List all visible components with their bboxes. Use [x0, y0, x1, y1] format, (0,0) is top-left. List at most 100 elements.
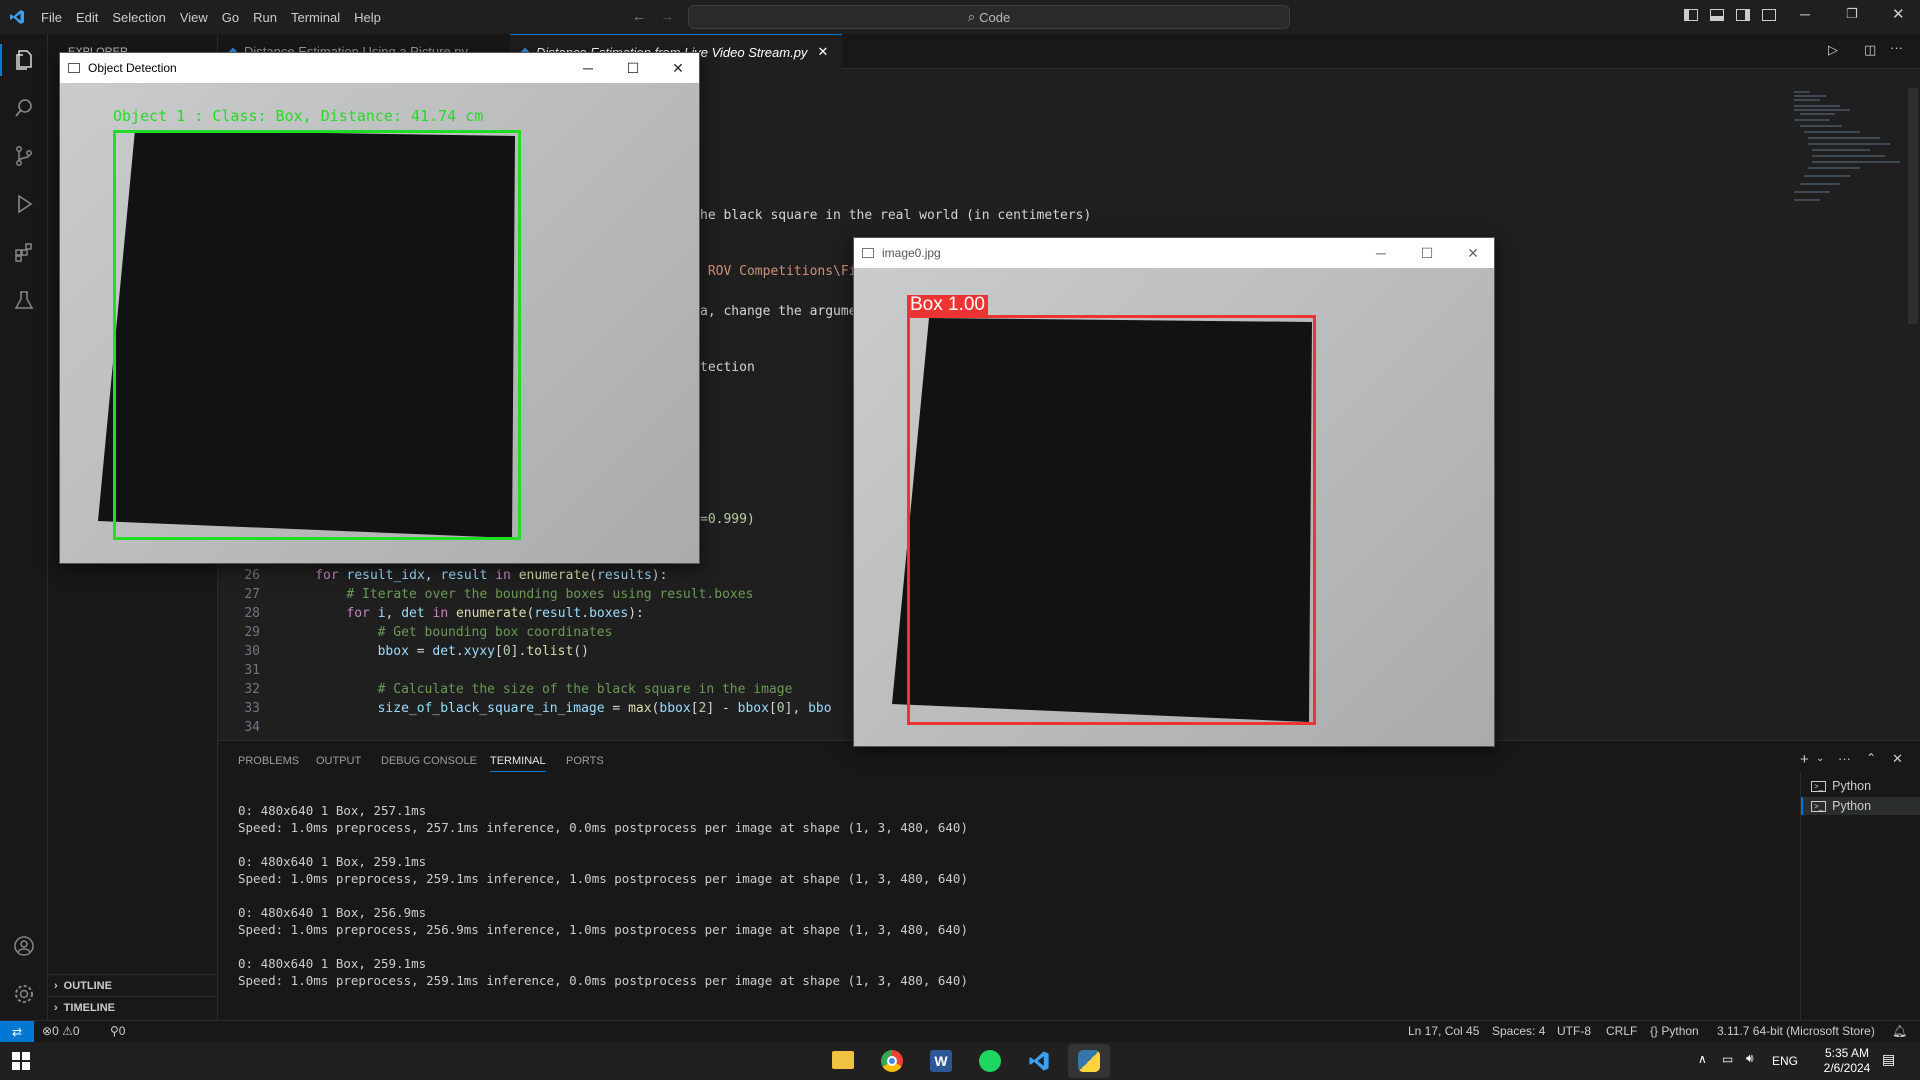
object-detection-window[interactable]: Object Detection ─ ☐ ✕ Object 1 : Class:…	[59, 52, 700, 564]
code-line[interactable]: 33 size_of_black_square_in_image = max(bb…	[218, 699, 858, 718]
maximize-icon[interactable]: ☐	[1404, 238, 1450, 268]
python-interpreter[interactable]: 3.11.7 64-bit (Microsoft Store)	[1717, 1024, 1875, 1038]
menu-file[interactable]: File	[34, 10, 69, 25]
spotify-icon[interactable]	[979, 1050, 1001, 1072]
code-token: 0	[776, 701, 785, 716]
minimize-icon[interactable]: ─	[1800, 6, 1810, 22]
cursor-position[interactable]: Ln 17, Col 45	[1408, 1024, 1479, 1038]
toggle-panel-icon[interactable]	[1710, 9, 1724, 21]
terminal-line: Speed: 1.0ms preprocess, 259.1ms inferen…	[238, 871, 968, 886]
code-line[interactable]: 34	[218, 718, 858, 737]
terminal-item[interactable]: >_ Python	[1811, 779, 1871, 793]
close-tab-icon[interactable]: ✕	[817, 44, 828, 60]
error-icon: ⊗	[42, 1024, 53, 1038]
menu-edit[interactable]: Edit	[69, 10, 105, 25]
windows-start-icon[interactable]	[12, 1052, 30, 1070]
menu-run[interactable]: Run	[246, 10, 284, 25]
close-icon[interactable]: ✕	[1450, 238, 1496, 268]
toggle-secondary-sidebar-icon[interactable]	[1736, 9, 1750, 21]
menu-view[interactable]: View	[173, 10, 215, 25]
run-debug-icon[interactable]	[8, 188, 40, 220]
maximize-panel-icon[interactable]: ⌃	[1866, 751, 1876, 765]
new-terminal-icon[interactable]: +	[1800, 751, 1809, 768]
terminal-line: 0: 480x640 1 Box, 259.1ms	[238, 854, 427, 869]
search-icon[interactable]	[8, 92, 40, 124]
code-line[interactable]: 29 # Get bounding box coordinates	[218, 623, 858, 642]
chrome-icon[interactable]	[881, 1050, 903, 1072]
code-text: # Iterate over the bounding boxes using …	[346, 585, 753, 604]
more-actions-icon[interactable]: ···	[1890, 40, 1903, 55]
vscode-taskbar-icon[interactable]	[1028, 1050, 1050, 1072]
menu-help[interactable]: Help	[347, 10, 388, 25]
menu-selection[interactable]: Selection	[105, 10, 172, 25]
tab-debug-console[interactable]: DEBUG CONSOLE	[381, 755, 477, 767]
word-icon[interactable]: W	[930, 1050, 952, 1072]
close-icon[interactable]: ✕	[1892, 5, 1905, 23]
timeline-section[interactable]: › TIMELINE	[48, 996, 218, 1018]
notifications-icon[interactable]: ▤	[1882, 1051, 1895, 1068]
run-python-file-icon[interactable]: ▷	[1828, 42, 1838, 58]
network-icon[interactable]: ▭	[1722, 1052, 1733, 1066]
minimap[interactable]	[1790, 88, 1910, 218]
restore-icon[interactable]: ❐	[1846, 6, 1858, 22]
minimize-icon[interactable]: ─	[565, 53, 611, 83]
minimize-icon[interactable]: ─	[1358, 238, 1404, 268]
toggle-sidebar-icon[interactable]	[1684, 9, 1698, 21]
back-arrow-icon[interactable]: ←	[632, 8, 646, 24]
command-center[interactable]: ⌕ Code	[688, 5, 1290, 29]
extensions-icon[interactable]	[8, 236, 40, 268]
accounts-icon[interactable]	[8, 930, 40, 962]
code-line[interactable]: 30 bbox = det.xyxy[0].tolist()	[218, 642, 858, 661]
chevron-down-icon[interactable]: ⌄	[1816, 753, 1824, 764]
editor-scrollbar[interactable]	[1908, 88, 1918, 324]
code-line[interactable]: 27 # Iterate over the bounding boxes usin…	[218, 585, 858, 604]
tab-terminal[interactable]: TERMINAL	[490, 755, 546, 772]
bounding-box	[113, 130, 521, 540]
menu-terminal[interactable]: Terminal	[284, 10, 347, 25]
explorer-icon[interactable]	[0, 44, 48, 76]
more-actions-icon[interactable]: ···	[1838, 751, 1851, 766]
customize-layout-icon[interactable]	[1762, 9, 1776, 21]
tab-problems[interactable]: PROBLEMS	[238, 755, 299, 767]
close-panel-icon[interactable]: ✕	[1892, 751, 1903, 767]
camera-frame: Object 1 : Class: Box, Distance: 41.74 c…	[60, 83, 699, 563]
file-explorer-icon[interactable]	[832, 1051, 854, 1069]
window-app-icon	[862, 248, 874, 258]
code-line[interactable]: 31	[218, 661, 858, 680]
window-title: image0.jpg	[882, 246, 941, 260]
manage-gear-icon[interactable]	[8, 978, 40, 1010]
remote-indicator-icon[interactable]: ⇄	[0, 1021, 34, 1043]
forward-arrow-icon[interactable]: →	[660, 8, 674, 24]
line-endings[interactable]: CRLF	[1606, 1024, 1637, 1038]
maximize-icon[interactable]: ☐	[610, 53, 656, 83]
code-lines[interactable]: 26 for result_idx, result in enumerate(re…	[218, 566, 858, 738]
split-editor-icon[interactable]: ◫	[1864, 42, 1876, 58]
code-line[interactable]: 26 for result_idx, result in enumerate(re…	[218, 566, 858, 585]
code-token: # Get bounding box coordinates	[377, 625, 613, 640]
close-icon[interactable]: ✕	[655, 53, 701, 83]
encoding[interactable]: UTF-8	[1557, 1024, 1591, 1038]
menu-go[interactable]: Go	[215, 10, 246, 25]
python-taskbar-item[interactable]	[1068, 1044, 1110, 1078]
errors-indicator[interactable]: ⊗0 ⚠0	[42, 1024, 80, 1038]
code-line[interactable]: 28 for i, det in enumerate(result.boxes):	[218, 604, 858, 623]
ports-indicator[interactable]: ⚲0	[110, 1024, 125, 1038]
image-frame: Box 1.00	[854, 268, 1494, 746]
bell-icon[interactable]: 🔔︎	[1892, 1024, 1907, 1038]
indentation[interactable]: Spaces: 4	[1492, 1024, 1545, 1038]
tab-output[interactable]: OUTPUT	[316, 755, 361, 767]
command-center-label: Code	[979, 9, 1011, 25]
language-mode[interactable]: {} Python	[1650, 1024, 1699, 1038]
show-hidden-icons-icon[interactable]: ∧	[1698, 1052, 1707, 1066]
code-line[interactable]: 32 # Calculate the size of the black squa…	[218, 680, 858, 699]
code-text: size_of_black_square_in_image = max(bbox…	[378, 699, 832, 718]
outline-section[interactable]: › OUTLINE	[48, 974, 218, 996]
input-language[interactable]: ENG	[1772, 1054, 1798, 1068]
volume-icon[interactable]: 🔊︎	[1746, 1051, 1754, 1066]
tab-ports[interactable]: PORTS	[566, 755, 604, 767]
source-control-icon[interactable]	[8, 140, 40, 172]
terminal-item[interactable]: >_ Python	[1801, 797, 1920, 815]
clock[interactable]: 5:35 AM 2/6/2024	[1812, 1046, 1882, 1076]
image-preview-window[interactable]: image0.jpg ─ ☐ ✕ Box 1.00	[853, 237, 1495, 747]
testing-icon[interactable]	[8, 284, 40, 316]
